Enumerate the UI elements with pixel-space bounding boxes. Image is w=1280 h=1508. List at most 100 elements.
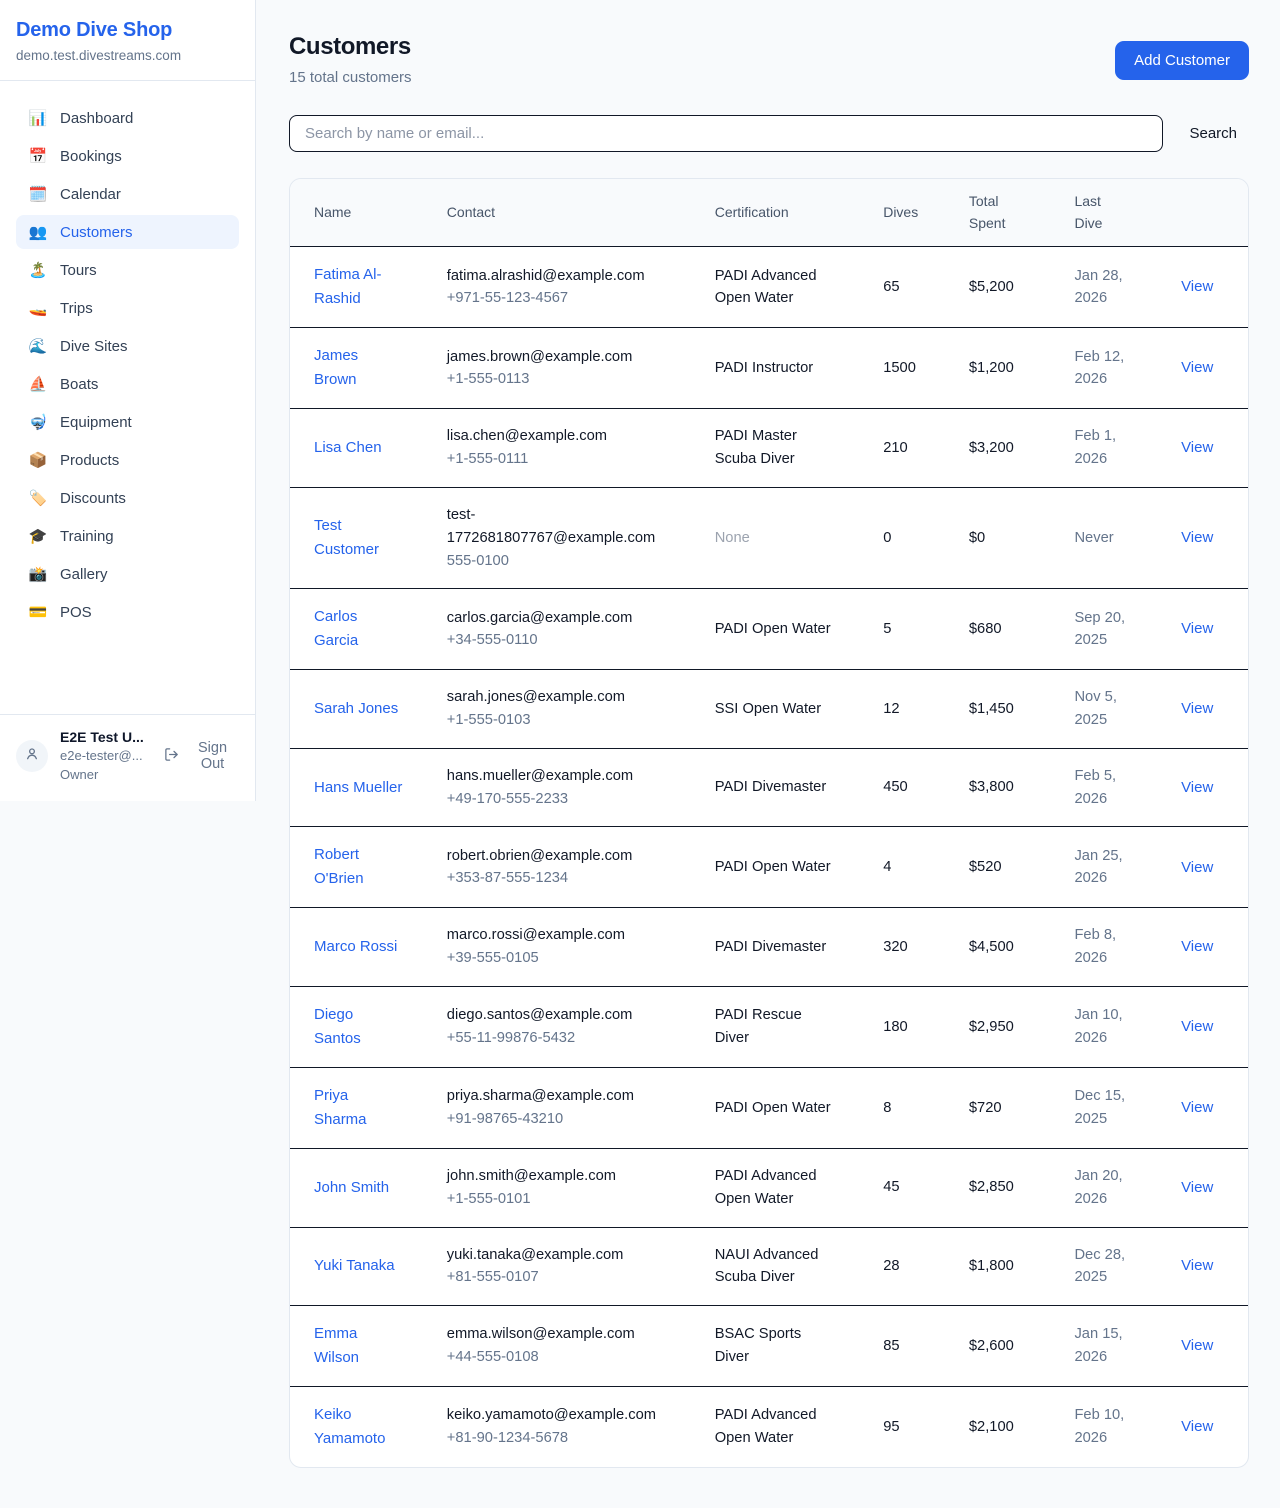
sidebar-item-discounts[interactable]: 🏷️ Discounts	[16, 481, 239, 515]
customer-name-cell: Emma Wilson	[290, 1306, 435, 1387]
dives-cell: 1500	[871, 328, 957, 409]
view-link[interactable]: View	[1181, 1257, 1213, 1274]
sidebar-item-customers[interactable]: 👥 Customers	[16, 215, 239, 249]
customer-name-cell: Sarah Jones	[290, 670, 435, 749]
page-header: Customers 15 total customers Add Custome…	[289, 33, 1249, 86]
sidebar-item-calendar[interactable]: 🗓️ Calendar	[16, 177, 239, 211]
table-row: Lisa Chen lisa.chen@example.com +1-555-0…	[290, 409, 1248, 488]
customer-name-link[interactable]: Test Customer	[314, 514, 403, 562]
shop-name: Demo Dive Shop	[16, 19, 239, 42]
view-link[interactable]: View	[1181, 859, 1213, 876]
total-spent-cell: $2,600	[957, 1306, 1063, 1387]
sidebar-item-label: Dive Sites	[60, 338, 128, 355]
last-dive-cell: Jan 25, 2026	[1062, 827, 1169, 908]
customer-phone: +81-90-1234-5678	[447, 1427, 663, 1450]
sidebar-item-dive-sites[interactable]: 🌊 Dive Sites	[16, 329, 239, 363]
customer-name-link[interactable]: Diego Santos	[314, 1003, 403, 1051]
sidebar-user-footer: E2E Test U... e2e-tester@... Owner Sign …	[0, 714, 255, 801]
view-link[interactable]: View	[1181, 1418, 1213, 1435]
certification-cell: PADI Open Water	[703, 827, 872, 908]
certification-cell: PADI Instructor	[703, 328, 872, 409]
view-cell: View	[1169, 328, 1248, 409]
sidebar-item-label: Customers	[60, 224, 133, 241]
sidebar-item-label: POS	[60, 604, 92, 621]
customer-name-link[interactable]: Robert O'Brien	[314, 843, 403, 891]
customer-count: 15 total customers	[289, 69, 412, 86]
customer-name-cell: Carlos Garcia	[290, 589, 435, 670]
view-link[interactable]: View	[1181, 1099, 1213, 1116]
view-cell: View	[1169, 748, 1248, 827]
view-link[interactable]: View	[1181, 529, 1213, 546]
diving-mask-icon: 🤿	[28, 413, 48, 431]
sidebar-item-boats[interactable]: ⛵ Boats	[16, 367, 239, 401]
column-last-dive: Last Dive	[1062, 179, 1169, 247]
customer-name-link[interactable]: Fatima Al-Rashid	[314, 263, 403, 311]
dives-cell: 8	[871, 1067, 957, 1148]
last-dive-cell: Feb 1, 2026	[1062, 409, 1169, 488]
customer-email: keiko.yamamoto@example.com	[447, 1404, 663, 1427]
sidebar-item-gallery[interactable]: 📸 Gallery	[16, 557, 239, 591]
sidebar-item-trips[interactable]: 🚤 Trips	[16, 291, 239, 325]
search-input[interactable]	[289, 115, 1163, 152]
table-row: Hans Mueller hans.mueller@example.com +4…	[290, 748, 1248, 827]
customer-phone: +44-555-0108	[447, 1346, 663, 1369]
dives-cell: 0	[871, 487, 957, 588]
sidebar-item-equipment[interactable]: 🤿 Equipment	[16, 405, 239, 439]
view-link[interactable]: View	[1181, 278, 1213, 295]
customer-name-link[interactable]: Priya Sharma	[314, 1084, 403, 1132]
camera-icon: 📸	[28, 565, 48, 583]
certification-text: SSI Open Water	[715, 701, 821, 717]
sidebar-item-tours[interactable]: 🏝️ Tours	[16, 253, 239, 287]
sidebar-item-products[interactable]: 📦 Products	[16, 443, 239, 477]
view-link[interactable]: View	[1181, 938, 1213, 955]
view-link[interactable]: View	[1181, 1337, 1213, 1354]
view-cell: View	[1169, 409, 1248, 488]
dives-cell: 180	[871, 986, 957, 1067]
certification-text: PADI Instructor	[715, 360, 814, 376]
customer-name-link[interactable]: Yuki Tanaka	[314, 1254, 395, 1278]
customer-name-link[interactable]: Carlos Garcia	[314, 605, 403, 653]
customer-email: yuki.tanaka@example.com	[447, 1244, 663, 1267]
sidebar-item-training[interactable]: 🎓 Training	[16, 519, 239, 553]
customer-name-link[interactable]: John Smith	[314, 1176, 389, 1200]
customer-email: priya.sharma@example.com	[447, 1085, 663, 1108]
customer-name-link[interactable]: Emma Wilson	[314, 1322, 403, 1370]
customer-name-cell: Test Customer	[290, 487, 435, 588]
certification-text: PADI Divemaster	[715, 939, 827, 955]
total-spent-cell: $3,200	[957, 409, 1063, 488]
customer-name-link[interactable]: Lisa Chen	[314, 436, 382, 460]
customer-name-link[interactable]: Keiko Yamamoto	[314, 1403, 403, 1451]
sidebar-nav: 📊 Dashboard 📅 Bookings 🗓️ Calendar 👥 Cus…	[0, 81, 255, 714]
customer-email: robert.obrien@example.com	[447, 845, 663, 868]
search-button[interactable]: Search	[1189, 125, 1237, 142]
customer-name-link[interactable]: Sarah Jones	[314, 697, 398, 721]
view-link[interactable]: View	[1181, 1018, 1213, 1035]
customer-name-link[interactable]: Marco Rossi	[314, 935, 397, 959]
view-link[interactable]: View	[1181, 620, 1213, 637]
table-row: Diego Santos diego.santos@example.com +5…	[290, 986, 1248, 1067]
view-link[interactable]: View	[1181, 359, 1213, 376]
customer-name-link[interactable]: Hans Mueller	[314, 776, 402, 800]
certification-text: PADI Advanced Open Water	[715, 268, 817, 307]
view-link[interactable]: View	[1181, 439, 1213, 456]
total-spent-cell: $1,800	[957, 1227, 1063, 1306]
table-row: Carlos Garcia carlos.garcia@example.com …	[290, 589, 1248, 670]
contact-cell: priya.sharma@example.com +91-98765-43210	[435, 1067, 703, 1148]
view-link[interactable]: View	[1181, 779, 1213, 796]
customer-name-link[interactable]: James Brown	[314, 344, 403, 392]
sidebar-item-dashboard[interactable]: 📊 Dashboard	[16, 101, 239, 135]
contact-cell: marco.rossi@example.com +39-555-0105	[435, 908, 703, 987]
certification-text: PADI Advanced Open Water	[715, 1168, 817, 1207]
certification-text: PADI Open Water	[715, 621, 831, 637]
sign-out-button[interactable]: Sign Out	[164, 740, 239, 772]
add-customer-button[interactable]: Add Customer	[1115, 41, 1249, 80]
contact-cell: test-1772681807767@example.com 555-0100	[435, 487, 703, 588]
view-link[interactable]: View	[1181, 1179, 1213, 1196]
user-info: E2E Test U... e2e-tester@... Owner	[60, 727, 152, 785]
sidebar-item-bookings[interactable]: 📅 Bookings	[16, 139, 239, 173]
view-link[interactable]: View	[1181, 700, 1213, 717]
sidebar-item-pos[interactable]: 💳 POS	[16, 595, 239, 629]
sidebar-item-label: Boats	[60, 376, 98, 393]
package-icon: 📦	[28, 451, 48, 469]
main-content: Customers 15 total customers Add Custome…	[256, 0, 1280, 1508]
